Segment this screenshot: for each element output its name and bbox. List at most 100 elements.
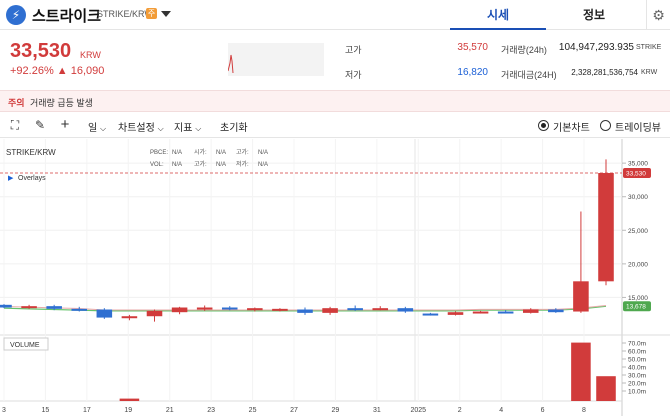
candle-body xyxy=(497,311,514,314)
price-unit: KRW xyxy=(80,50,101,60)
time-tick-label: 2025 xyxy=(410,407,426,414)
candle-body xyxy=(146,310,163,317)
caution-badge: 주 xyxy=(146,8,157,19)
info-open-label: 시가: xyxy=(194,148,207,156)
price-tick-label: 35,000 xyxy=(628,161,648,168)
warning-bar: 주의 거래량 급등 발생 xyxy=(0,90,670,112)
time-tick-label: 21 xyxy=(166,407,174,414)
info-low-label: 저가: xyxy=(236,160,249,168)
amount-24h-label: 거래대금(24H) xyxy=(501,70,557,80)
price-tick-label: 30,000 xyxy=(628,194,648,201)
chart-settings-select[interactable]: 차트설정 ⌵ xyxy=(118,119,164,134)
candle-body xyxy=(372,308,389,311)
tab-market[interactable]: 시세 xyxy=(450,0,546,30)
time-tick-label: 4 xyxy=(499,407,503,414)
info-vol-label: VOL: xyxy=(150,162,164,168)
volume-24h-label: 거래량(24h) xyxy=(501,45,547,55)
low-value: 16,820 xyxy=(457,67,488,78)
info-open-value: N/A xyxy=(216,150,226,156)
volume-bar xyxy=(119,398,140,401)
tab-info[interactable]: 정보 xyxy=(546,0,642,30)
candle-body xyxy=(96,309,113,318)
coin-logo-icon: ⚡ xyxy=(6,5,26,25)
basic-chart-label[interactable]: 기본차트 xyxy=(553,119,590,134)
sparkline-svg xyxy=(227,54,234,74)
basic-chart-radio[interactable] xyxy=(538,120,549,131)
time-tick-label: 6 xyxy=(541,407,545,414)
candle-body xyxy=(0,304,12,308)
crosshair-icon[interactable]: + xyxy=(58,117,72,132)
time-tick-label: 23 xyxy=(207,407,215,414)
chart-svg: 35,000 30,000 25,000 20,000 15,000 70.0m60.0… xyxy=(0,139,670,416)
candle-body xyxy=(297,309,313,313)
header: ⚡ 스트라이크 STRIKE/KRW 주 시세 정보 ⚙ xyxy=(0,0,670,30)
candle-body xyxy=(548,309,564,313)
price-chart[interactable]: 35,000 30,000 25,000 20,000 15,000 70.0m 60.0… xyxy=(0,139,670,416)
chevron-down-icon: ⌵ xyxy=(99,124,107,133)
time-tick-label: 8 xyxy=(582,407,586,414)
price-tick-label: 25,000 xyxy=(628,228,648,235)
overlays-label[interactable]: Overlays xyxy=(18,175,46,182)
period-select[interactable]: 일 ⌵ xyxy=(88,119,106,134)
high-label: 고가 xyxy=(345,45,362,55)
pencil-icon[interactable]: ✎ xyxy=(33,118,47,132)
time-tick-label: 15 xyxy=(42,407,50,414)
sparkline-line xyxy=(227,54,234,74)
overlays-toggle-icon[interactable]: ▶ xyxy=(8,175,14,182)
candle-body xyxy=(196,307,213,310)
price-tick-label: 15,000 xyxy=(628,295,648,302)
coin-pair: STRIKE/KRW xyxy=(97,9,153,19)
reset-button[interactable]: 초기화 xyxy=(220,119,248,134)
amount-24h-unit: KRW xyxy=(641,69,658,76)
volume-24h-unit: STRIKE xyxy=(636,44,662,51)
candle-body xyxy=(397,308,414,312)
volume-pane-label: VOLUME xyxy=(10,342,40,349)
sparkline-chart xyxy=(227,43,324,76)
time-tick-label: 17 xyxy=(83,407,91,414)
volume-tick-label: 40.0m xyxy=(628,365,646,372)
gear-icon[interactable]: ⚙ xyxy=(646,0,670,30)
warning-tag: 주의 xyxy=(8,98,25,108)
chevron-down-icon[interactable] xyxy=(161,11,171,17)
volume-tick-label: 20.0m xyxy=(628,381,646,388)
indicators-select[interactable]: 지표 ⌵ xyxy=(174,119,201,134)
candle-body xyxy=(121,316,138,319)
candle-body xyxy=(221,307,238,310)
current-price: 33,530 xyxy=(10,40,72,62)
volume-tick-label: 50.0m xyxy=(628,357,646,364)
time-tick-label: 27 xyxy=(290,407,298,414)
chart-toolbar: ⛶ ✎ + 일 ⌵ 차트설정 ⌵ 지표 ⌵ 초기화 기본차트 트레이딩뷰 xyxy=(0,114,670,138)
time-tick-label: 2 xyxy=(458,407,462,414)
volume-tick-label: 70.0m xyxy=(628,341,646,348)
candle-body xyxy=(447,312,464,315)
candle-body xyxy=(522,309,539,313)
info-high-value: N/A xyxy=(258,150,268,156)
time-tick-label: 3 xyxy=(2,407,6,414)
time-tick-label: 19 xyxy=(124,407,132,414)
fullscreen-icon[interactable]: ⛶ xyxy=(8,118,22,132)
info-vol-value: N/A xyxy=(172,162,182,168)
volume-bar xyxy=(571,342,591,401)
price-change: +92.26% ▲ 16,090 xyxy=(10,65,104,77)
price-tick-label: 20,000 xyxy=(628,261,648,268)
candle-body xyxy=(472,311,489,314)
coin-name[interactable]: 스트라이크 xyxy=(32,5,101,26)
candle-body xyxy=(422,313,439,316)
time-tick-label: 31 xyxy=(373,407,381,414)
amount-24h-value: 2,328,281,536,754 xyxy=(571,68,638,77)
warning-text: 거래량 급등 발생 xyxy=(30,98,93,108)
chevron-down-icon: ⌵ xyxy=(195,124,202,133)
candle-body xyxy=(247,308,263,311)
info-high-label: 고가: xyxy=(236,148,249,156)
tradingview-label[interactable]: 트레이딩뷰 xyxy=(615,119,661,134)
info-pbce-label: PBCE: xyxy=(150,150,168,156)
change-percent: +92.26% xyxy=(10,65,54,77)
volume-bar xyxy=(596,376,616,401)
time-tick-label: 25 xyxy=(249,407,257,414)
tradingview-radio[interactable] xyxy=(600,120,611,131)
volume-tick-label: 10.0m xyxy=(628,389,646,396)
chart-settings-label: 차트설정 xyxy=(118,123,155,134)
info-high2-label: 고가: xyxy=(194,160,207,168)
chart-symbol: STRIKE/KRW xyxy=(6,148,56,157)
candle-body xyxy=(21,306,37,309)
